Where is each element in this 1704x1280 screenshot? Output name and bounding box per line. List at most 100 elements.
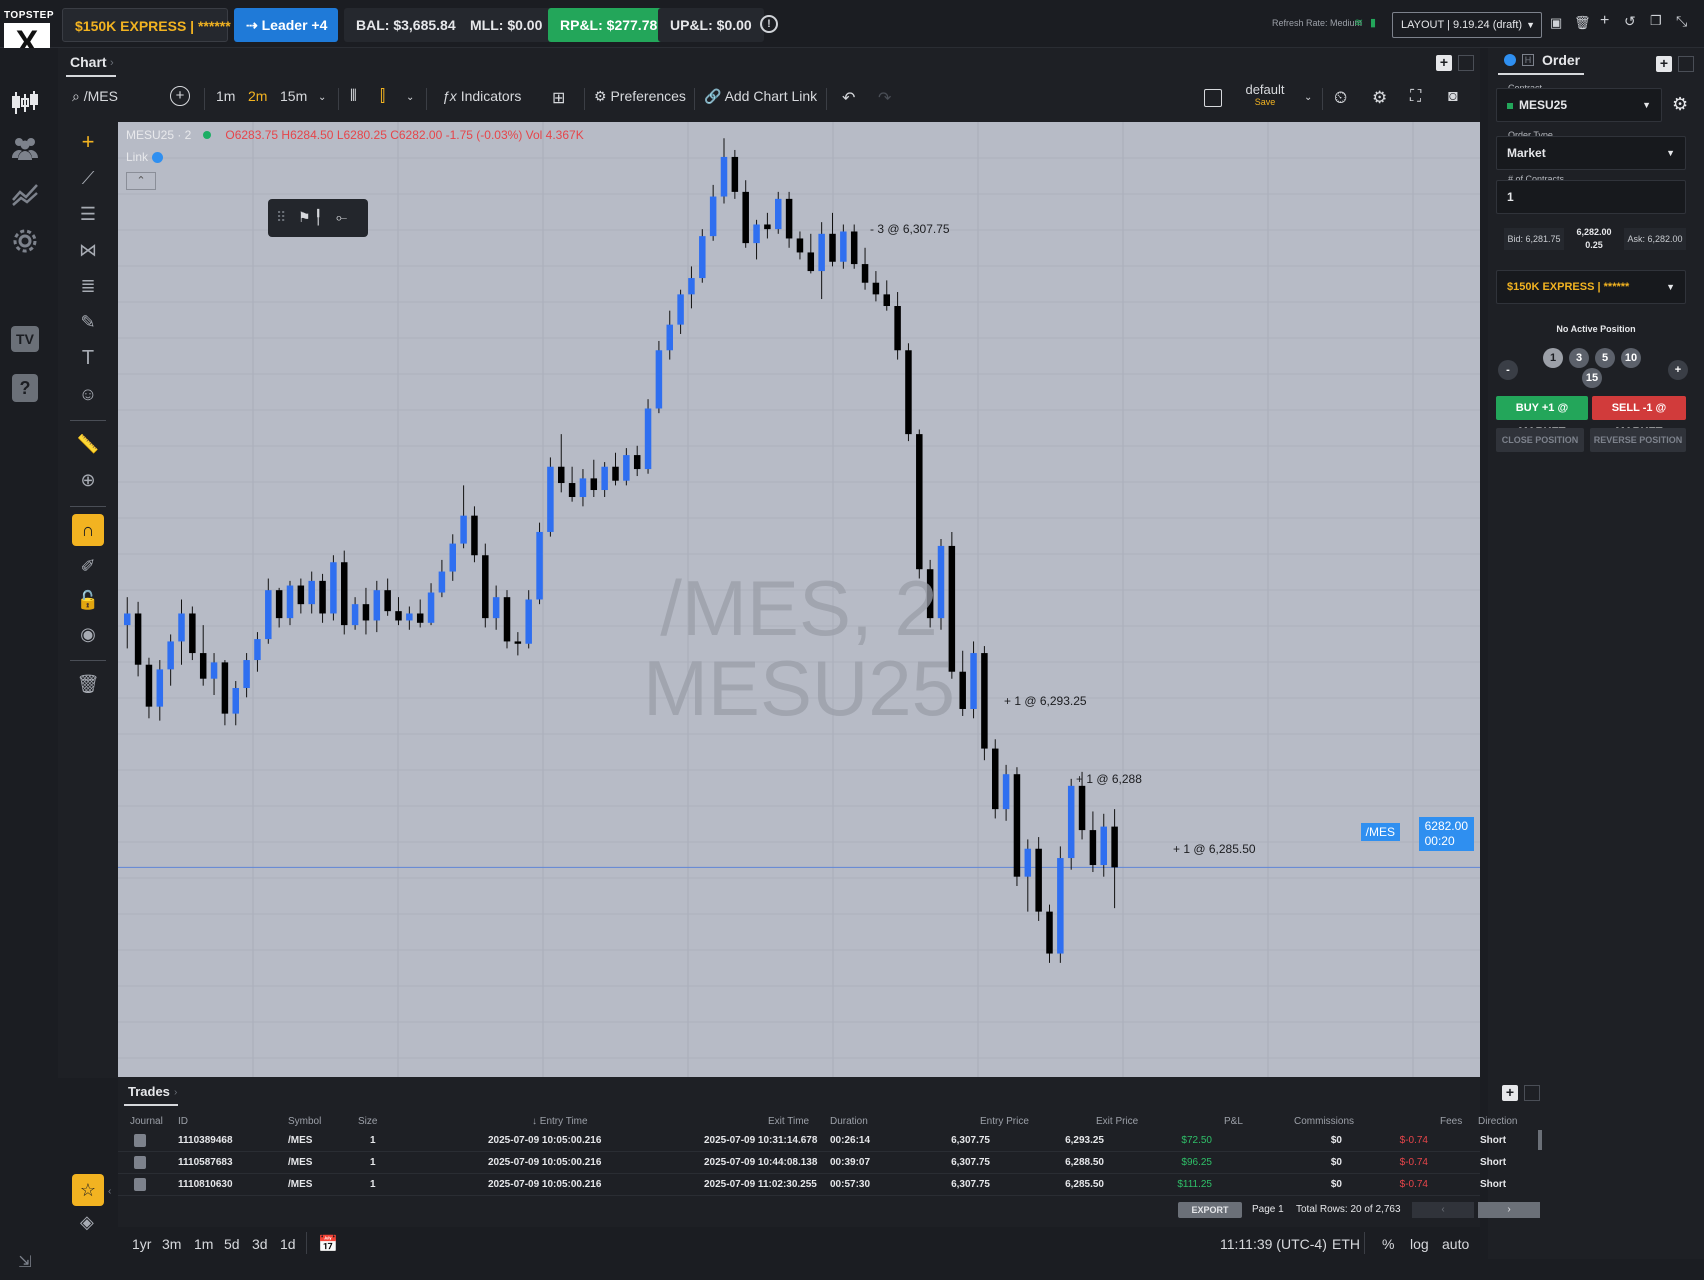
alert-icon[interactable]: ⏲ xyxy=(1334,88,1347,108)
timeframe-1m[interactable]: 1m xyxy=(216,88,235,104)
magnet-icon[interactable]: ∩ xyxy=(72,514,104,546)
windows-icon[interactable]: ❐ xyxy=(1650,13,1662,29)
redo-icon[interactable]: ↷ xyxy=(878,88,891,108)
maximize-panel-icon[interactable] xyxy=(1524,1085,1540,1101)
lock-drawing-icon[interactable]: ✐ xyxy=(72,550,104,582)
layout-select[interactable]: LAYOUT | 9.19.24 (draft) ▼ xyxy=(1392,12,1542,38)
reverse-position-button[interactable]: REVERSE POSITION xyxy=(1590,428,1686,452)
bid-price[interactable]: Bid: 6,281.75 xyxy=(1504,228,1564,250)
col-journal[interactable]: Journal xyxy=(130,1116,163,1127)
add-chart-link-button[interactable]: 🔗 Add Chart Link xyxy=(704,88,817,105)
log-toggle[interactable]: log xyxy=(1410,1236,1429,1252)
grid-layout-icon[interactable]: ⊞ xyxy=(552,88,565,108)
order-tab[interactable]: Order xyxy=(1542,52,1580,68)
collapse-tools-icon[interactable]: ‹ xyxy=(108,1186,111,1197)
chevron-down-icon[interactable]: ⌄ xyxy=(406,92,414,103)
candlestick-chart-icon[interactable] xyxy=(8,88,42,122)
calendar-icon[interactable]: 📅 xyxy=(318,1234,338,1254)
col-direction-label[interactable]: Direction xyxy=(1478,1116,1517,1127)
col-commissions[interactable]: Commissions xyxy=(1294,1116,1354,1127)
gear-icon[interactable]: ⚙ xyxy=(1672,94,1688,115)
auto-toggle[interactable]: auto xyxy=(1442,1236,1469,1252)
journal-icon[interactable] xyxy=(134,1178,146,1191)
logout-icon[interactable]: ⇲ xyxy=(8,1246,42,1280)
users-group-icon[interactable] xyxy=(8,132,42,166)
range-1d[interactable]: 1d xyxy=(280,1236,296,1252)
col-size[interactable]: Size xyxy=(358,1116,377,1127)
add-panel-icon[interactable]: + xyxy=(1656,56,1672,72)
candles-icon[interactable]: ⫿ xyxy=(380,88,385,106)
brush-icon[interactable]: ✎ xyxy=(72,306,104,338)
settings-icon[interactable]: ⚙ xyxy=(1372,88,1387,108)
eye-icon[interactable]: ◉ xyxy=(72,618,104,650)
trades-tab[interactable]: Trades xyxy=(128,1084,170,1099)
tradingview-icon[interactable]: TV xyxy=(11,326,39,352)
next-page-button[interactable]: › xyxy=(1478,1202,1540,1218)
tab-close-icon[interactable]: › xyxy=(174,1087,177,1098)
undo-icon[interactable]: ↶ xyxy=(842,88,855,108)
zoom-in-icon[interactable]: ⊕ xyxy=(72,464,104,496)
link-label[interactable]: Link xyxy=(126,150,164,164)
marker-icon[interactable]: ╿ xyxy=(314,209,322,226)
flag-icon[interactable]: ⚑ xyxy=(298,209,311,226)
journal-icon[interactable] xyxy=(134,1134,146,1147)
order-type-select[interactable]: Market ▼ xyxy=(1496,136,1686,170)
lock-icon[interactable]: 🔓 xyxy=(72,584,104,616)
fib-icon[interactable]: ≣ xyxy=(72,270,104,302)
contract-select[interactable]: MESU25 ▼ xyxy=(1496,88,1662,122)
col-exit-price[interactable]: Exit Price xyxy=(1096,1116,1138,1127)
pattern-icon[interactable]: ⋈ xyxy=(72,234,104,266)
link-dot-icon[interactable] xyxy=(1504,54,1516,66)
clock-display[interactable]: 11:11:39 (UTC-4) xyxy=(1220,1236,1327,1252)
qty-preset-3[interactable]: 3 xyxy=(1569,348,1589,368)
crosshair-icon[interactable]: + xyxy=(72,126,104,158)
qty-preset-1[interactable]: 1 xyxy=(1543,348,1563,368)
leader-button[interactable]: ⇢ Leader +4 xyxy=(234,8,338,42)
add-panel-icon[interactable]: + xyxy=(1436,55,1452,71)
indicators-button[interactable]: ƒx Indicators xyxy=(442,88,521,104)
price-chart[interactable]: /MES, 2 MESU25 MESU25 · 2 O6283.75 H6284.… xyxy=(118,122,1480,1077)
col-exit-time[interactable]: Exit Time xyxy=(768,1116,809,1127)
save-layout-icon[interactable]: ▣ xyxy=(1550,15,1562,31)
table-scrollbar[interactable] xyxy=(1538,1130,1542,1150)
buy-market-button[interactable]: BUY +1 @ MARKET xyxy=(1496,396,1588,438)
col-id[interactable]: ID xyxy=(178,1116,188,1127)
layers-icon[interactable]: ◈ xyxy=(80,1212,94,1233)
add-layout-icon[interactable]: + xyxy=(1600,12,1609,30)
col-entry-time[interactable]: ↓ Entry Time xyxy=(532,1116,588,1127)
symbol-search[interactable]: ⌕ /MES xyxy=(72,88,118,105)
range-1m[interactable]: 1m xyxy=(194,1236,213,1252)
range-3m[interactable]: 3m xyxy=(162,1236,181,1252)
order-account-select[interactable]: $150K EXPRESS | ****** ▼ xyxy=(1496,270,1686,304)
timeframe-15m[interactable]: 15m xyxy=(280,88,307,104)
help-icon[interactable]: ? xyxy=(12,374,38,402)
chevron-down-icon[interactable]: ⌄ xyxy=(1304,92,1312,103)
analytics-icon[interactable] xyxy=(8,178,42,212)
star-icon[interactable]: ☆ xyxy=(72,1174,104,1206)
horizontal-lines-icon[interactable]: ☰ xyxy=(72,198,104,230)
trash-icon[interactable]: 🗑 xyxy=(1574,15,1591,31)
percent-toggle[interactable]: % xyxy=(1382,1236,1394,1252)
col-symbol[interactable]: Symbol xyxy=(288,1116,321,1127)
range-1yr[interactable]: 1yr xyxy=(132,1236,151,1252)
preferences-button[interactable]: ⚙ Preferences xyxy=(594,88,686,105)
range-3d[interactable]: 3d xyxy=(252,1236,268,1252)
export-button[interactable]: EXPORT xyxy=(1178,1202,1242,1218)
col-pnl[interactable]: P&L xyxy=(1224,1116,1243,1127)
emoji-icon[interactable]: ☺ xyxy=(72,378,104,410)
trendline-icon[interactable]: ⟋ xyxy=(72,162,104,194)
journal-icon[interactable] xyxy=(134,1156,146,1169)
maximize-panel-icon[interactable] xyxy=(1458,55,1474,71)
info-icon[interactable]: ! xyxy=(760,15,778,33)
trash-icon[interactable]: 🗑 xyxy=(72,668,104,700)
chart-canvas[interactable] xyxy=(118,122,1480,1077)
qty-increase-button[interactable]: + xyxy=(1668,360,1688,380)
compare-add-icon[interactable]: + xyxy=(170,86,190,106)
text-icon[interactable]: T xyxy=(72,342,104,374)
account-selector[interactable]: $150K EXPRESS | ******▼ xyxy=(62,8,249,42)
chart-tab[interactable]: Chart xyxy=(70,54,107,70)
qty-preset-10[interactable]: 10 xyxy=(1621,348,1641,368)
timeframe-2m[interactable]: 2m xyxy=(248,88,267,104)
col-duration[interactable]: Duration xyxy=(830,1116,868,1127)
chevron-down-icon[interactable]: ⌄ xyxy=(318,92,326,103)
